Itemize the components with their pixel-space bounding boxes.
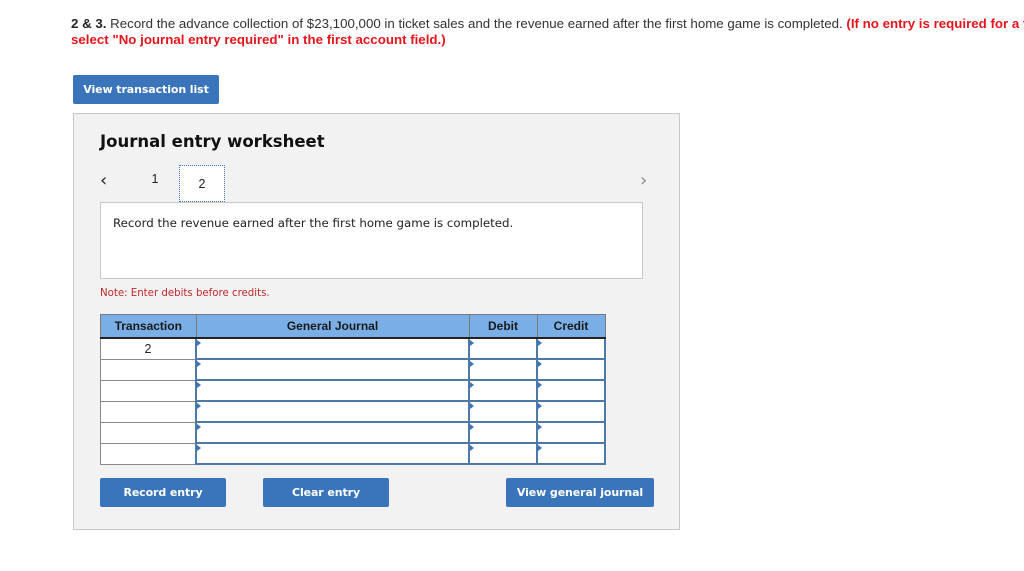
- debit-field[interactable]: [468, 442, 538, 465]
- dropdown-marker-icon: [197, 361, 201, 367]
- note-text: Note: Enter debits before credits.: [100, 288, 270, 299]
- table-row: [100, 421, 606, 444]
- tab-2-label: 2: [198, 176, 206, 191]
- dropdown-marker-icon: [470, 424, 474, 430]
- transaction-cell: 2: [100, 337, 197, 360]
- dropdown-marker-icon: [538, 445, 542, 451]
- transaction-description: Record the revenue earned after the firs…: [113, 216, 514, 230]
- record-entry-button[interactable]: Record entry: [100, 478, 226, 507]
- transaction-cell: [100, 358, 197, 381]
- account-field[interactable]: [195, 400, 470, 423]
- table-row: [100, 442, 606, 465]
- debit-field[interactable]: [468, 337, 538, 360]
- view-transaction-list-button[interactable]: View transaction list: [73, 75, 219, 104]
- question-body: Record the advance collection of $23,100…: [106, 16, 847, 31]
- tab-1[interactable]: 1: [148, 172, 162, 186]
- dropdown-marker-icon: [470, 361, 474, 367]
- dropdown-marker-icon: [538, 403, 542, 409]
- table-row: [100, 358, 606, 381]
- credit-field[interactable]: [536, 379, 606, 402]
- table-header-row: Transaction General Journal Debit Credit: [100, 314, 606, 339]
- worksheet-title: Journal entry worksheet: [100, 132, 325, 151]
- credit-field[interactable]: [536, 442, 606, 465]
- dropdown-marker-icon: [197, 424, 201, 430]
- table-row: 2: [100, 337, 606, 360]
- transaction-cell: [100, 442, 197, 465]
- dropdown-marker-icon: [470, 403, 474, 409]
- header-debit: Debit: [468, 314, 538, 339]
- dropdown-marker-icon: [197, 403, 201, 409]
- question-instruction: (If no entry is required for a transa: [846, 16, 1024, 31]
- header-credit: Credit: [536, 314, 606, 339]
- credit-field[interactable]: [536, 358, 606, 381]
- debit-field[interactable]: [468, 421, 538, 444]
- debit-field[interactable]: [468, 379, 538, 402]
- dropdown-marker-icon: [470, 382, 474, 388]
- header-transaction: Transaction: [100, 314, 197, 339]
- account-field[interactable]: [195, 379, 470, 402]
- dropdown-marker-icon: [470, 340, 474, 346]
- transaction-cell: [100, 379, 197, 402]
- account-field[interactable]: [195, 421, 470, 444]
- dropdown-marker-icon: [538, 361, 542, 367]
- view-general-journal-button[interactable]: View general journal: [506, 478, 654, 507]
- transaction-description-box: Record the revenue earned after the firs…: [100, 202, 643, 279]
- transaction-cell: [100, 400, 197, 423]
- account-field[interactable]: [195, 337, 470, 360]
- dropdown-marker-icon: [197, 340, 201, 346]
- dropdown-marker-icon: [538, 382, 542, 388]
- table-row: [100, 379, 606, 402]
- dropdown-marker-icon: [538, 424, 542, 430]
- account-field[interactable]: [195, 358, 470, 381]
- credit-field[interactable]: [536, 400, 606, 423]
- question-instruction-continued: select "No journal entry required" in th…: [71, 32, 446, 47]
- account-field[interactable]: [195, 442, 470, 465]
- table-row: [100, 400, 606, 423]
- clear-entry-button[interactable]: Clear entry: [263, 478, 389, 507]
- journal-entry-worksheet: Journal entry worksheet ‹ 1 2 › Record t…: [73, 113, 680, 530]
- header-general-journal: General Journal: [195, 314, 470, 339]
- chevron-right-icon[interactable]: ›: [640, 170, 647, 191]
- dropdown-marker-icon: [470, 445, 474, 451]
- dropdown-marker-icon: [197, 382, 201, 388]
- debit-field[interactable]: [468, 400, 538, 423]
- transaction-cell: [100, 421, 197, 444]
- credit-field[interactable]: [536, 421, 606, 444]
- debit-field[interactable]: [468, 358, 538, 381]
- credit-field[interactable]: [536, 337, 606, 360]
- question-number: 2 & 3.: [71, 16, 107, 31]
- dropdown-marker-icon: [538, 340, 542, 346]
- dropdown-marker-icon: [197, 445, 201, 451]
- question-text: 2 & 3. Record the advance collection of …: [71, 16, 1024, 48]
- tab-2[interactable]: 2: [179, 165, 225, 202]
- chevron-left-icon[interactable]: ‹: [100, 170, 107, 191]
- journal-table: Transaction General Journal Debit Credit…: [100, 314, 606, 465]
